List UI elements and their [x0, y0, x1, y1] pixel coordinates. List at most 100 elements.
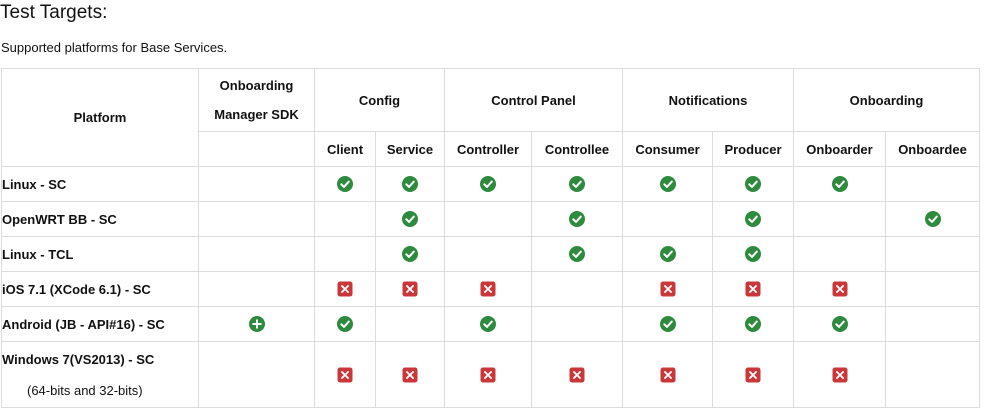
table-row: Linux - TCL — [1, 236, 980, 272]
table-row: OpenWRT BB - SC — [1, 201, 980, 237]
status-cell — [793, 306, 886, 342]
group-header-config: Config — [314, 68, 445, 132]
check-icon — [745, 316, 761, 333]
group-header-line1: Onboarding — [219, 77, 294, 93]
status-cell — [198, 166, 315, 202]
status-cell — [314, 201, 376, 237]
status-cell — [375, 236, 445, 272]
check-icon — [402, 211, 418, 228]
cross-icon — [402, 367, 418, 383]
check-icon — [480, 316, 496, 333]
cross-icon — [337, 367, 353, 383]
table-row: Linux - SC — [1, 166, 980, 202]
group-header-notifications: Notifications — [622, 68, 794, 132]
group-header-control-panel: Control Panel — [444, 68, 623, 132]
platform-cell: Linux - SC — [1, 166, 199, 202]
group-header-onboarding: Onboarding — [793, 68, 980, 132]
subheader-consumer: Consumer — [622, 131, 713, 167]
cross-icon — [660, 367, 676, 383]
group-header-line2: Manager SDK — [214, 106, 299, 122]
status-cell — [622, 166, 713, 202]
subheader-onboarder: Onboarder — [793, 131, 886, 167]
status-cell — [622, 201, 713, 237]
check-icon — [569, 246, 585, 263]
status-cell — [198, 236, 315, 272]
status-cell — [622, 236, 713, 272]
subheader-client: Client — [314, 131, 376, 167]
platform-cell: iOS 7.1 (XCode 6.1) - SC — [1, 271, 199, 307]
status-cell — [444, 271, 532, 307]
check-icon — [337, 316, 353, 333]
status-cell — [885, 166, 980, 202]
status-cell — [622, 271, 713, 307]
platform-label: Android (JB - API#16) - SC — [2, 316, 165, 332]
status-cell — [793, 166, 886, 202]
subheader-empty — [198, 131, 315, 167]
platform-label: Windows 7(VS2013) - SC — [2, 351, 155, 367]
check-icon — [480, 176, 496, 193]
table-body: Linux - SC OpenWRT BB - SC Linux - TCL iOS … — [1, 166, 980, 408]
status-cell — [531, 306, 623, 342]
page-title: Test Targets: — [0, 2, 108, 23]
plus-icon — [248, 316, 265, 333]
table-row: Windows 7(VS2013) - SC (64-bits and 32-bi… — [1, 341, 980, 408]
status-cell — [712, 306, 794, 342]
status-cell — [198, 306, 315, 342]
subheader-onboardee: Onboardee — [885, 131, 980, 167]
status-cell — [375, 341, 445, 408]
status-cell — [531, 201, 623, 237]
status-cell — [622, 306, 713, 342]
status-cell — [444, 236, 532, 272]
status-cell — [531, 341, 623, 408]
status-cell — [712, 341, 794, 408]
status-cell — [712, 166, 794, 202]
platform-cell: Windows 7(VS2013) - SC (64-bits and 32-bi… — [1, 341, 199, 408]
cross-icon — [480, 367, 496, 383]
check-icon — [924, 211, 941, 228]
check-icon — [569, 176, 585, 193]
table-row: iOS 7.1 (XCode 6.1) - SC — [1, 271, 980, 307]
status-cell — [375, 306, 445, 342]
check-icon — [659, 176, 676, 193]
status-cell — [622, 341, 713, 408]
platform-label: iOS 7.1 (XCode 6.1) - SC — [2, 281, 151, 297]
table-row: Android (JB - API#16) - SC — [1, 306, 980, 342]
check-icon — [831, 176, 848, 193]
status-cell — [314, 306, 376, 342]
check-icon — [337, 176, 353, 193]
status-cell — [444, 166, 532, 202]
status-cell — [198, 201, 315, 237]
status-cell — [444, 201, 532, 237]
platform-note: (64-bits and 32-bits) — [27, 382, 143, 398]
cross-icon — [402, 281, 418, 297]
platform-cell: OpenWRT BB - SC — [1, 201, 199, 237]
status-cell — [314, 166, 376, 202]
subheader-controller: Controller — [444, 131, 532, 167]
check-icon — [659, 246, 676, 263]
cross-icon — [745, 281, 761, 297]
cross-icon — [832, 367, 848, 383]
status-cell — [885, 271, 980, 307]
status-cell — [198, 341, 315, 408]
status-cell — [531, 236, 623, 272]
check-icon — [745, 176, 761, 193]
status-cell — [793, 341, 886, 408]
page-subtitle: Supported platforms for Base Services. — [1, 40, 228, 55]
check-icon — [745, 211, 761, 228]
status-cell — [314, 341, 376, 408]
platform-label: Linux - TCL — [2, 246, 74, 262]
status-cell — [793, 236, 886, 272]
test-targets-table: Platform Onboarding Manager SDK Config C… — [1, 68, 980, 408]
check-icon — [745, 246, 761, 263]
status-cell — [712, 271, 794, 307]
cross-icon — [832, 281, 848, 297]
status-cell — [885, 341, 980, 408]
check-icon — [659, 316, 676, 333]
cross-icon — [660, 281, 676, 297]
status-cell — [375, 166, 445, 202]
subheader-controllee: Controllee — [531, 131, 623, 167]
status-cell — [885, 236, 980, 272]
status-cell — [793, 201, 886, 237]
status-cell — [444, 306, 532, 342]
status-cell — [793, 271, 886, 307]
